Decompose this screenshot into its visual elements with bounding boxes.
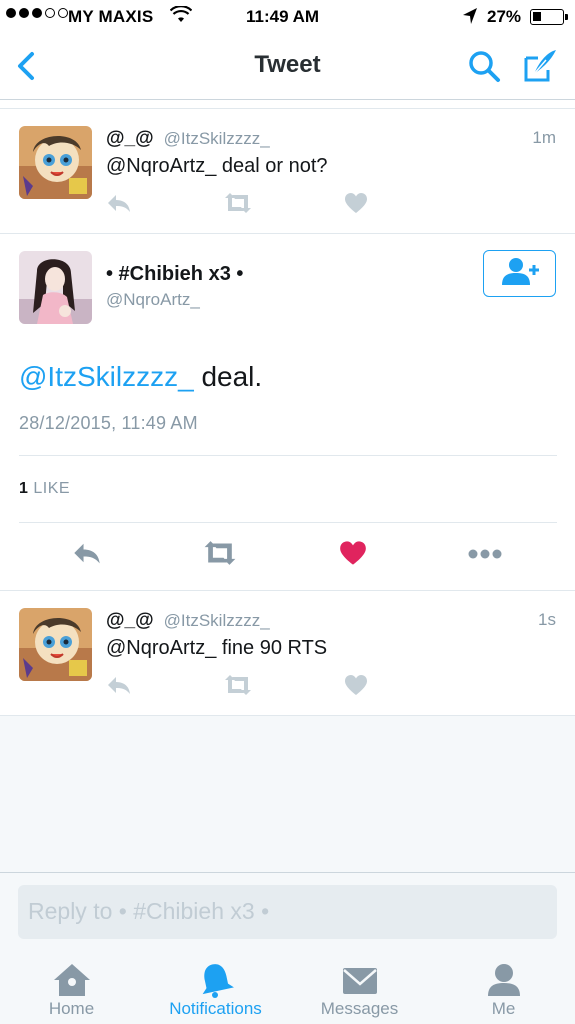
battery-icon <box>530 9 568 25</box>
envelope-icon <box>340 962 380 998</box>
like-count-value: 1 <box>19 480 29 497</box>
status-bar: MY MAXIS 11:49 AM 27% <box>0 0 575 34</box>
mention-link[interactable]: @ItzSkilzzzz_ <box>19 361 194 392</box>
tweet-text: @NqroArtz_ deal or not? <box>106 155 328 177</box>
tab-label: Me <box>491 999 516 1018</box>
tweet-body: deal. <box>193 361 263 392</box>
author-handle: @NqroArtz_ <box>106 290 200 309</box>
like-icon[interactable] <box>344 674 368 701</box>
tab-me[interactable]: Me <box>432 948 575 1024</box>
retweet-icon[interactable] <box>223 192 253 219</box>
home-icon <box>52 962 92 998</box>
tweet-item[interactable]: @_@ @ItzSkilzzzz_ 1m @NqroArtz_ deal or n… <box>0 110 575 234</box>
author-handle: @ItzSkilzzzz_ <box>163 611 270 630</box>
tweet-actions <box>106 674 406 700</box>
location-arrow-icon <box>462 7 478 30</box>
tab-label: Home <box>48 999 95 1018</box>
avatar[interactable] <box>19 608 92 681</box>
retweet-icon[interactable] <box>223 674 253 701</box>
reply-icon[interactable] <box>106 674 132 701</box>
bell-icon <box>196 962 236 998</box>
nav-bar: Tweet <box>0 34 575 100</box>
more-options-icon[interactable] <box>468 547 502 565</box>
tab-home[interactable]: Home <box>0 948 143 1024</box>
carrier-name: MY MAXIS <box>68 7 154 26</box>
divider <box>19 522 557 523</box>
tab-label: Notifications <box>169 999 262 1018</box>
avatar[interactable] <box>19 126 92 199</box>
empty-area <box>0 716 575 874</box>
tab-messages[interactable]: Messages <box>288 948 431 1024</box>
compose-tweet-icon[interactable] <box>522 46 560 84</box>
tweet-author: @_@ @ItzSkilzzzz_ <box>106 128 270 150</box>
tweet-author: @_@ @ItzSkilzzzz_ <box>106 610 270 632</box>
search-icon[interactable] <box>466 48 502 84</box>
avatar[interactable] <box>19 251 92 324</box>
divider <box>0 100 575 109</box>
person-icon <box>484 962 524 998</box>
add-user-icon <box>502 258 539 285</box>
tweet-timestamp: 1m <box>532 128 556 147</box>
like-count-label: LIKE <box>33 480 71 497</box>
tab-label: Messages <box>320 999 399 1018</box>
liked-heart-icon[interactable] <box>339 540 367 571</box>
like-icon[interactable] <box>344 192 368 219</box>
follow-button[interactable] <box>483 250 556 297</box>
retweet-icon[interactable] <box>202 540 238 571</box>
author-name: @_@ <box>106 610 154 631</box>
status-time: 11:49 AM <box>246 7 320 26</box>
reply-icon[interactable] <box>106 192 132 219</box>
tweet-timestamp: 1s <box>538 610 556 629</box>
battery-percent: 27% <box>487 7 522 26</box>
tweet-text: @ItzSkilzzzz_ deal. <box>19 361 262 393</box>
author-name: • #Chibieh x3 • <box>106 263 244 285</box>
tweet-actions <box>106 192 406 218</box>
tweet-item[interactable]: @_@ @ItzSkilzzzz_ 1s @NqroArtz_ fine 90 R… <box>0 592 575 716</box>
reply-bar: Reply to • #Chibieh x3 • <box>0 872 575 948</box>
author-name: @_@ <box>106 128 154 149</box>
reply-input[interactable]: Reply to • #Chibieh x3 • <box>18 885 557 939</box>
like-count[interactable]: 1 LIKE <box>19 480 70 498</box>
tab-notifications[interactable]: Notifications <box>144 948 287 1024</box>
main-tweet: • #Chibieh x3 • @NqroArtz_ @ItzSkilzzzz_… <box>0 233 575 591</box>
divider <box>19 455 557 456</box>
signal-strength-icon <box>6 8 68 18</box>
author-handle: @ItzSkilzzzz_ <box>163 129 270 148</box>
tweet-text: @NqroArtz_ fine 90 RTS <box>106 637 328 659</box>
wifi-icon <box>169 5 193 29</box>
tweet-date: 28/12/2015, 11:49 AM <box>19 413 198 433</box>
tab-bar: Home Notifications Messages Me <box>0 948 575 1024</box>
reply-icon[interactable] <box>72 540 102 571</box>
